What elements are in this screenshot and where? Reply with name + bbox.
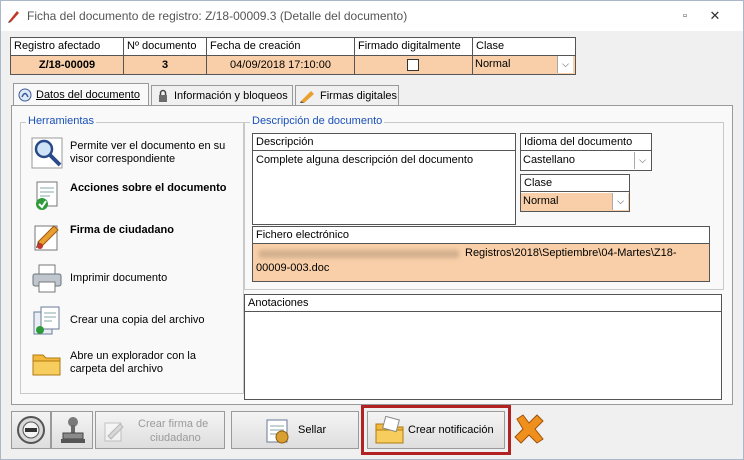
anotaciones-label: Anotaciones	[245, 295, 721, 312]
tool-imprimir-documento-label: Imprimir documento	[70, 272, 168, 284]
tab-informacion-bloqueos-label: Información y bloqueos	[174, 90, 288, 102]
tool-acciones-documento-label: Acciones sobre el documento	[70, 182, 227, 194]
close-icon: ✕	[709, 8, 721, 23]
descripcion-textarea[interactable]: Complete alguna descripción del document…	[253, 152, 515, 224]
fichero-path-line2: 00009-003.doc	[256, 262, 330, 274]
fecha-value: 04/09/2018 17:10:00	[207, 56, 355, 74]
clase-doc-select[interactable]: Normal ⌵	[521, 193, 629, 211]
app-icon	[8, 11, 19, 23]
cancel-cross-icon	[514, 414, 544, 444]
fichero-path-line1: Registros\2018\Septiembre\04-Martes\Z18-	[465, 247, 677, 259]
crear-firma-label-2: ciudadano	[150, 432, 201, 444]
descripcion-label: Descripción	[253, 134, 515, 151]
tool-firma-ciudadano[interactable]: Firma de ciudadano	[30, 220, 230, 256]
firmado-checkbox[interactable]	[407, 59, 419, 71]
tab-datos-documento[interactable]: Datos del documento	[13, 83, 149, 107]
registro-value: Z/18-00009	[11, 56, 124, 74]
title-bar: Ficha del documento de registro: Z/18-00…	[1, 1, 743, 31]
col-clase-header: Clase	[473, 38, 575, 56]
fichero-path[interactable]: Registros\2018\Septiembre\04-Martes\Z18-…	[253, 245, 709, 281]
tool-abrir-explorador[interactable]: Abre un explorador con la carpeta del ar…	[30, 346, 230, 382]
tool-imprimir-documento[interactable]: Imprimir documento	[30, 262, 230, 298]
anotaciones-textarea[interactable]	[245, 313, 721, 399]
col-numero-header: Nº documento	[124, 38, 207, 56]
tool-firma-ciudadano-label: Firma de ciudadano	[70, 224, 174, 236]
tool-abrir-explorador-label: Abre un explorador con la carpeta del ar…	[70, 350, 196, 375]
tool-ver-documento-label: Permite ver el documento en su visor cor…	[70, 140, 226, 165]
fichero-box: Fichero electrónico Registros\2018\Septi…	[252, 226, 710, 282]
maximize-icon: ▫	[683, 10, 687, 22]
fichero-label: Fichero electrónico	[253, 227, 709, 244]
info-lock-icon	[159, 89, 167, 102]
idioma-select[interactable]: Castellano ⌵	[521, 152, 651, 170]
copy-file-icon	[33, 306, 60, 335]
clase-select-value: Normal	[475, 58, 511, 70]
anotaciones-box: Anotaciones	[244, 294, 722, 400]
clase-select[interactable]: Normal ⌵	[473, 56, 575, 74]
idioma-label: Idioma del documento	[521, 134, 651, 151]
cancel-button[interactable]	[513, 413, 547, 447]
chevron-down-icon[interactable]: ⌵	[557, 56, 573, 73]
tool-copia-archivo-label: Crear una copia del archivo	[70, 314, 205, 326]
highlight-frame	[361, 405, 511, 455]
magnifier-icon	[31, 137, 63, 169]
maximize-button[interactable]: ▫	[673, 5, 697, 27]
col-fecha-header: Fecha de creación	[207, 38, 355, 56]
col-firmado-header: Firmado digitalmente	[355, 38, 473, 56]
clase-doc-label: Clase	[521, 175, 629, 192]
tool-acciones-documento[interactable]: Acciones sobre el documento	[30, 178, 230, 214]
document-actions-icon	[36, 181, 58, 210]
document-detail-window: Ficha del documento de registro: Z/18-00…	[0, 0, 744, 460]
numero-value: 3	[124, 56, 207, 74]
chevron-down-icon[interactable]: ⌵	[634, 152, 650, 169]
pen-sign-icon	[104, 422, 124, 442]
document-icon	[18, 88, 32, 102]
signature-icon	[300, 91, 314, 103]
tab-datos-documento-label: Datos del documento	[36, 89, 140, 101]
clase-doc-box: Clase Normal ⌵	[520, 174, 630, 212]
tab-firmas-digitales-label: Firmas digitales	[320, 90, 398, 102]
stamp-button[interactable]	[51, 411, 93, 449]
crear-firma-label-1: Crear firma de	[138, 418, 209, 430]
col-registro-header: Registro afectado	[11, 38, 124, 56]
header-grid: Registro afectado Nº documento Fecha de …	[10, 37, 576, 75]
close-button[interactable]: ✕	[703, 5, 727, 27]
tab-panel-datos: Herramientas Permite ver el documento en…	[11, 105, 733, 405]
idioma-box: Idioma del documento Castellano ⌵	[520, 133, 652, 171]
sellar-button[interactable]: Sellar	[231, 411, 359, 449]
chevron-down-icon[interactable]: ⌵	[612, 193, 628, 210]
fichero-path-blurred	[259, 250, 459, 258]
window-title: Ficha del documento de registro: Z/18-00…	[27, 9, 408, 23]
clase-doc-select-value: Normal	[523, 195, 559, 207]
tool-ver-documento[interactable]: Permite ver el documento en su visor cor…	[30, 136, 230, 172]
crear-firma-ciudadano-button[interactable]: Crear firma de ciudadano	[95, 411, 225, 449]
tab-firmas-digitales[interactable]: Firmas digitales	[295, 85, 399, 107]
descripcion-box: Descripción Complete alguna descripción …	[252, 133, 516, 225]
seal-icon	[266, 419, 289, 444]
tool-copia-archivo[interactable]: Crear una copia del archivo	[30, 304, 230, 340]
tab-informacion-bloqueos[interactable]: Información y bloqueos	[151, 85, 293, 107]
printer-icon	[32, 264, 62, 293]
herramientas-title: Herramientas	[26, 115, 97, 127]
firmado-cell	[355, 56, 473, 74]
stamp-icon	[61, 417, 85, 443]
descripcion-documento-title: Descripción de documento	[250, 115, 385, 127]
sellar-label: Sellar	[298, 424, 327, 436]
back-button[interactable]	[11, 411, 51, 449]
folder-icon	[32, 354, 61, 376]
idioma-select-value: Castellano	[523, 154, 575, 166]
pen-sign-icon	[34, 225, 59, 251]
descripcion-text: Complete alguna descripción del document…	[256, 154, 474, 166]
back-icon	[17, 416, 45, 444]
